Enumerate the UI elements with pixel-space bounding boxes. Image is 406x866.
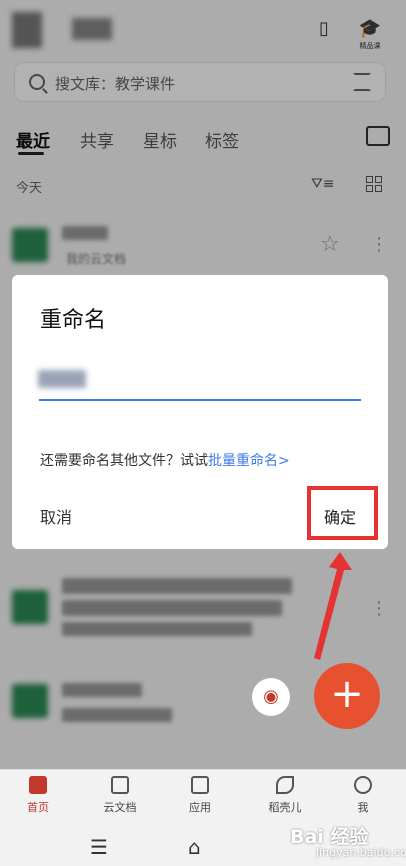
home-system-icon[interactable]: ⌂ — [188, 835, 201, 859]
nav-cloud-docs[interactable]: 云文档 — [90, 776, 150, 815]
nav-label: 应用 — [189, 801, 211, 814]
filename-input[interactable] — [38, 370, 86, 388]
dialog-title: 重命名 — [40, 308, 107, 333]
watermark-logo: Bai 经验 jingyan.baidu.com — [290, 822, 406, 859]
home-icon — [29, 776, 47, 794]
camera-icon: ◉ — [263, 686, 279, 707]
nav-label: 首页 — [27, 801, 49, 814]
hint-text: 还需要命名其他文件？试试 — [40, 453, 208, 469]
batch-rename-hint: 还需要命名其他文件？试试批量重命名> — [40, 450, 290, 470]
annotation-arrow-icon — [314, 552, 352, 660]
menu-icon[interactable]: ☰ — [90, 835, 108, 859]
camera-button[interactable]: ◉ — [252, 678, 290, 716]
person-icon — [354, 776, 372, 794]
cloud-doc-icon — [111, 776, 129, 794]
leaf-icon — [276, 776, 294, 794]
nav-docer[interactable]: 稻壳儿 — [255, 776, 315, 815]
nav-label: 稻壳儿 — [268, 801, 302, 814]
cancel-button[interactable]: 取消 — [40, 504, 72, 528]
nav-label: 云文档 — [103, 801, 137, 814]
highlight-box — [307, 486, 378, 540]
watermark-sub: jingyan.baidu.com — [316, 846, 406, 859]
input-underline — [39, 399, 361, 401]
apps-icon — [191, 776, 209, 794]
nav-label: 我 — [357, 801, 369, 814]
bottom-nav: 首页 云文档 应用 稻壳儿 我 — [0, 769, 406, 824]
nav-home[interactable]: 首页 — [8, 776, 68, 815]
batch-rename-link[interactable]: 批量重命名> — [208, 453, 290, 469]
watermark-text: Bai 经验 — [290, 826, 369, 848]
nav-me[interactable]: 我 — [333, 776, 393, 815]
nav-apps[interactable]: 应用 — [170, 776, 230, 815]
plus-icon: + — [330, 671, 364, 717]
add-button[interactable]: + — [314, 663, 380, 729]
